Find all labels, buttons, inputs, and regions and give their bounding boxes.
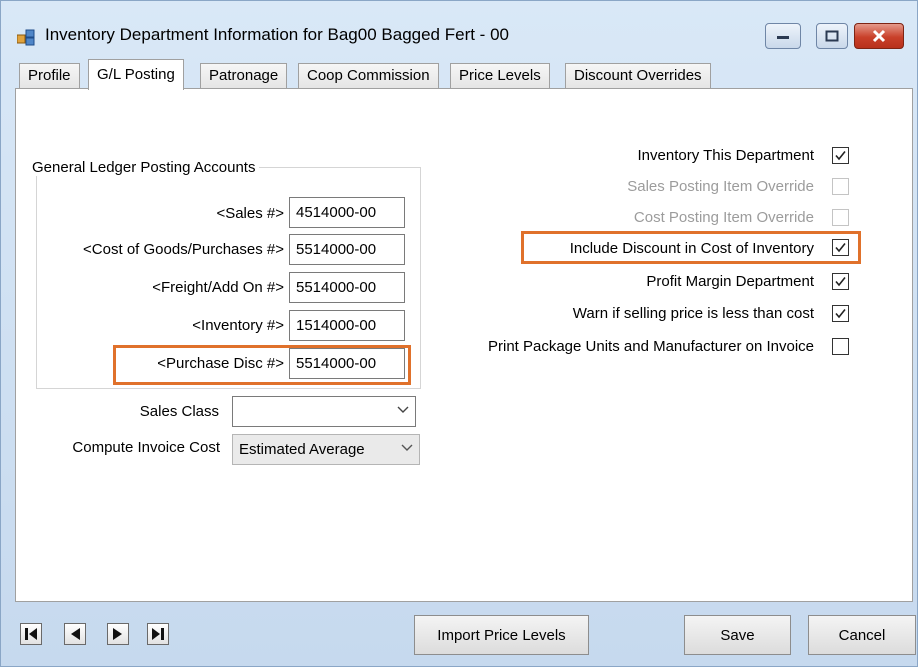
tab-price-levels[interactable]: Price Levels: [450, 63, 550, 89]
sales-posting-override-label: Sales Posting Item Override: [627, 178, 814, 195]
tab-patronage[interactable]: Patronage: [200, 63, 288, 89]
warn-selling-price-label: Warn if selling price is less than cost: [572, 305, 814, 322]
print-package-units-checkbox[interactable]: [832, 338, 849, 355]
dialog-window: Inventory Department Information for Bag…: [0, 0, 918, 667]
checkmark-icon: [835, 277, 846, 287]
include-discount-highlight: [521, 231, 861, 264]
minimize-button[interactable]: [765, 23, 801, 49]
profit-margin-checkbox[interactable]: [832, 273, 849, 290]
compute-invoice-cost-value: Estimated Average: [239, 441, 365, 458]
inventory-account-label: <Inventory #>: [192, 317, 284, 334]
first-record-icon: [25, 628, 37, 640]
warn-selling-price-checkbox[interactable]: [832, 305, 849, 322]
chevron-down-icon: [401, 444, 413, 451]
last-record-icon: [152, 628, 164, 640]
close-button[interactable]: [854, 23, 904, 49]
freight-account-input[interactable]: 5514000-00: [289, 272, 405, 303]
title-bar[interactable]: Inventory Department Information for Bag…: [1, 1, 917, 51]
tab-coop-commission[interactable]: Coop Commission: [298, 63, 439, 89]
inventory-dept-label: Inventory This Department: [637, 147, 814, 164]
bottom-bar: Import Price Levels Save Cancel: [1, 603, 917, 667]
cost-posting-override-label: Cost Posting Item Override: [633, 209, 814, 226]
close-icon: [872, 29, 886, 43]
inventory-account-input[interactable]: 1514000-00: [289, 310, 405, 341]
compute-invoice-cost-dropdown[interactable]: Estimated Average: [232, 434, 420, 465]
maximize-button[interactable]: [816, 23, 848, 49]
compute-invoice-cost-label: Compute Invoice Cost: [72, 439, 220, 456]
freight-account-label: <Freight/Add On #>: [152, 279, 284, 296]
sales-account-input[interactable]: 4514000-00: [289, 197, 405, 228]
minimize-icon: [777, 36, 789, 39]
cogs-account-label: <Cost of Goods/Purchases #>: [83, 241, 284, 258]
next-record-button[interactable]: [107, 623, 129, 645]
save-button[interactable]: Save: [684, 615, 791, 655]
inventory-dept-checkbox[interactable]: [832, 147, 849, 164]
previous-record-icon: [71, 628, 80, 640]
print-package-units-label: Print Package Units and Manufacturer on …: [487, 338, 814, 355]
tab-gl-posting[interactable]: G/L Posting: [88, 59, 184, 90]
checkmark-icon: [835, 151, 846, 161]
last-record-button[interactable]: [147, 623, 169, 645]
cost-posting-override-checkbox[interactable]: [832, 209, 849, 226]
profit-margin-label: Profit Margin Department: [646, 273, 814, 290]
window-title: Inventory Department Information for Bag…: [45, 25, 509, 44]
sales-account-label: <Sales #>: [216, 205, 284, 222]
previous-record-button[interactable]: [64, 623, 86, 645]
purchase-disc-highlight: [113, 345, 411, 385]
checkmark-icon: [835, 309, 846, 319]
sales-class-dropdown[interactable]: [232, 396, 416, 427]
sales-posting-override-checkbox[interactable]: [832, 178, 849, 195]
first-record-button[interactable]: [20, 623, 42, 645]
sales-class-label: Sales Class: [139, 403, 219, 420]
chevron-down-icon: [397, 406, 409, 413]
import-price-levels-button[interactable]: Import Price Levels: [414, 615, 589, 655]
tab-discount-overrides[interactable]: Discount Overrides: [565, 63, 711, 89]
maximize-icon: [825, 30, 839, 42]
gl-posting-panel: General Ledger Posting Accounts <Sales #…: [15, 88, 913, 602]
app-icon: [16, 28, 35, 46]
cogs-account-input[interactable]: 5514000-00: [289, 234, 405, 265]
next-record-icon: [113, 628, 122, 640]
gl-accounts-group-title: General Ledger Posting Accounts: [28, 159, 260, 176]
tab-profile[interactable]: Profile: [19, 63, 80, 89]
cancel-button[interactable]: Cancel: [808, 615, 916, 655]
